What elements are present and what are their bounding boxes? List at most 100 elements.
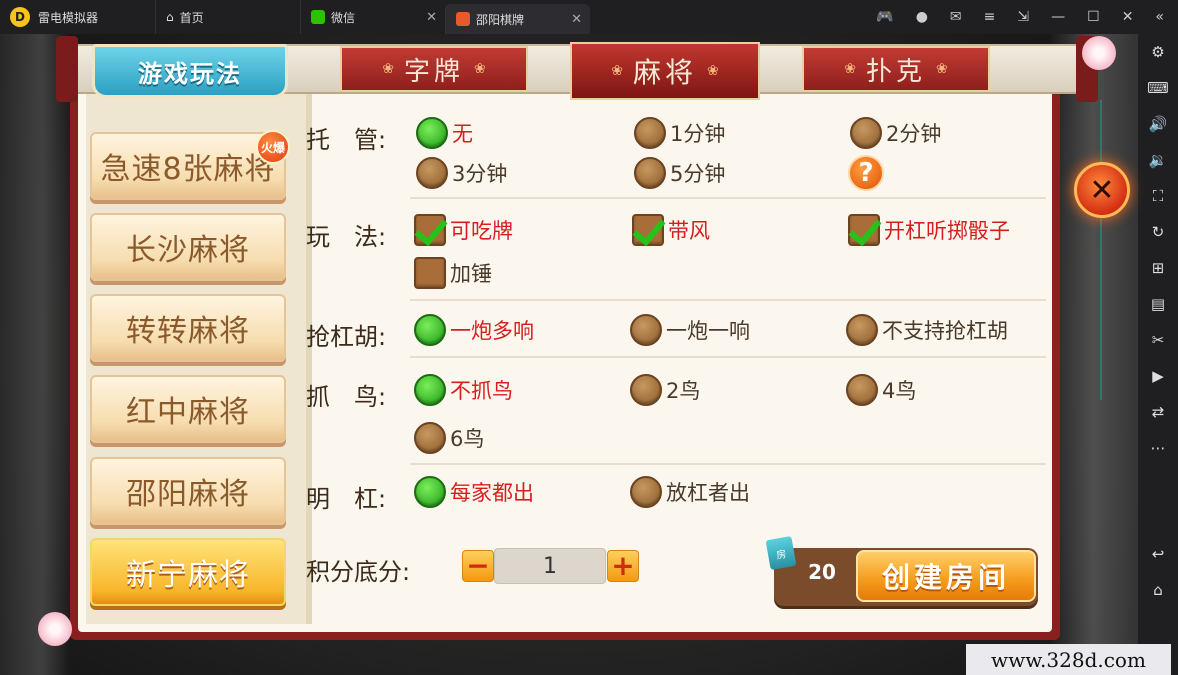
radio-icon bbox=[416, 157, 448, 189]
screenshot-scissors-icon[interactable]: ✂ bbox=[1146, 328, 1170, 352]
ornament-icon: ❀ bbox=[707, 63, 719, 79]
volume-up-icon[interactable]: 🔊 bbox=[1146, 112, 1170, 136]
collapse-sidebar-icon[interactable]: « bbox=[1155, 9, 1164, 25]
volume-down-icon[interactable]: 🔉 bbox=[1146, 148, 1170, 172]
game-item-zhuanzhuan[interactable]: 转转麻将 bbox=[90, 294, 286, 362]
option-label: 一炮多响 bbox=[450, 319, 534, 343]
option-label: 不抓鸟 bbox=[450, 379, 513, 403]
settings-icon[interactable]: ⚙ bbox=[1146, 40, 1170, 64]
minimize-icon[interactable]: — bbox=[1051, 9, 1065, 25]
bird-option-none[interactable]: 不抓鸟 bbox=[414, 374, 513, 406]
trustee-option-none[interactable]: 无 bbox=[416, 117, 473, 149]
trustee-label: 托 管: bbox=[306, 126, 387, 154]
create-room-button[interactable]: 创建房间 bbox=[856, 550, 1036, 602]
blossom-icon bbox=[1082, 36, 1116, 70]
record-video-icon[interactable]: ▶ bbox=[1146, 364, 1170, 388]
game-app-icon bbox=[456, 12, 470, 26]
kong-option-discarder-pays[interactable]: 放杠者出 bbox=[630, 476, 750, 508]
play-option-hammer[interactable]: 加锤 bbox=[414, 257, 492, 289]
back-icon[interactable]: ↩ bbox=[1146, 542, 1170, 566]
ornament-icon: ❀ bbox=[382, 61, 394, 77]
fullscreen-icon[interactable]: ⛶ bbox=[1146, 184, 1170, 208]
option-label: 放杠者出 bbox=[666, 481, 750, 505]
sync-icon[interactable]: ⇄ bbox=[1146, 400, 1170, 424]
tab-wechat-label: 微信 bbox=[331, 10, 356, 25]
tab-mahjong[interactable]: ❀ 麻将 ❀ bbox=[570, 42, 760, 100]
tab-shaoyang-qipai[interactable]: 邵阳棋牌 ✕ bbox=[445, 4, 590, 34]
apk-install-icon[interactable]: ▤ bbox=[1146, 292, 1170, 316]
close-tab-icon[interactable]: ✕ bbox=[426, 10, 437, 25]
bird-option-2[interactable]: 2鸟 bbox=[630, 374, 700, 406]
checkbox-icon bbox=[414, 257, 446, 289]
radio-selected-icon bbox=[414, 314, 446, 346]
app-name: 雷电模拟器 bbox=[38, 10, 99, 25]
radio-icon bbox=[634, 157, 666, 189]
score-plus-button[interactable]: + bbox=[607, 550, 639, 582]
trustee-option-1min[interactable]: 1分钟 bbox=[634, 117, 725, 149]
kong-option-all-pay[interactable]: 每家都出 bbox=[414, 476, 534, 508]
curtain-right bbox=[1048, 34, 1138, 675]
radio-icon bbox=[414, 422, 446, 454]
site-watermark: www.328d.com bbox=[966, 644, 1171, 675]
close-tab-icon[interactable]: ✕ bbox=[571, 12, 582, 27]
tab-wechat[interactable]: 微信 ✕ bbox=[300, 0, 445, 34]
tab-poker[interactable]: ❀ 扑克 ❀ bbox=[802, 46, 990, 92]
help-question-icon[interactable]: ? bbox=[848, 155, 884, 191]
home-icon: ⌂ bbox=[166, 10, 174, 24]
ornament-icon: ❀ bbox=[611, 63, 623, 79]
option-label: 开杠听掷骰子 bbox=[884, 219, 1010, 243]
gamepad-icon[interactable]: 🎮 bbox=[876, 9, 893, 25]
app-brand: D 雷电模拟器 bbox=[0, 0, 155, 34]
bird-option-4[interactable]: 4鸟 bbox=[846, 374, 916, 406]
more-icon[interactable]: ⋯ bbox=[1146, 436, 1170, 460]
add-multi-icon[interactable]: ⊞ bbox=[1146, 256, 1170, 280]
game-rules-tab[interactable]: 游戏玩法 bbox=[92, 44, 288, 98]
row-divider bbox=[410, 356, 1046, 358]
checkbox-checked-icon bbox=[414, 214, 446, 246]
game-item-hongzhong[interactable]: 红中麻将 bbox=[90, 375, 286, 443]
bird-option-6[interactable]: 6鸟 bbox=[414, 422, 484, 454]
ornament-icon: ❀ bbox=[474, 61, 486, 77]
score-value: 1 bbox=[494, 548, 606, 584]
play-option-with-wind[interactable]: 带风 bbox=[632, 214, 710, 246]
trustee-option-5min[interactable]: 5分钟 bbox=[634, 157, 725, 189]
close-panel-button[interactable]: ✕ bbox=[1074, 162, 1130, 218]
leidian-logo-icon: D bbox=[10, 7, 30, 27]
emulator-titlebar: D 雷电模拟器 ⌂ 首页 微信 ✕ 邵阳棋牌 ✕ 🎮 ● ✉ ≡ ⇲ — ☐ ✕… bbox=[0, 0, 1178, 34]
bird-label: 抓 鸟: bbox=[306, 383, 387, 411]
row-divider bbox=[410, 463, 1046, 465]
score-minus-button[interactable]: − bbox=[462, 550, 494, 582]
trustee-option-2min[interactable]: 2分钟 bbox=[850, 117, 941, 149]
pin-icon[interactable]: ⇲ bbox=[1017, 9, 1029, 25]
tab-home[interactable]: ⌂ 首页 bbox=[155, 0, 300, 34]
window-controls: 🎮 ● ✉ ≡ ⇲ — ☐ ✕ « bbox=[876, 0, 1178, 34]
game-item-changsha[interactable]: 长沙麻将 bbox=[90, 213, 286, 281]
radio-icon bbox=[630, 476, 662, 508]
radio-selected-icon bbox=[414, 476, 446, 508]
radio-icon bbox=[846, 374, 878, 406]
robkong-option-none[interactable]: 不支持抢杠胡 bbox=[846, 314, 1008, 346]
ornament-icon: ❀ bbox=[936, 61, 948, 77]
account-icon[interactable]: ● bbox=[916, 9, 928, 25]
room-cost-value: 20 bbox=[808, 560, 836, 584]
home-nav-icon[interactable]: ⌂ bbox=[1146, 578, 1170, 602]
mail-icon[interactable]: ✉ bbox=[950, 9, 962, 25]
radio-icon bbox=[846, 314, 878, 346]
rotate-icon[interactable]: ↻ bbox=[1146, 220, 1170, 244]
robkong-option-single[interactable]: 一炮一响 bbox=[630, 314, 750, 346]
robkong-option-multi[interactable]: 一炮多响 bbox=[414, 314, 534, 346]
trustee-option-3min[interactable]: 3分钟 bbox=[416, 157, 507, 189]
robkong-label: 抢杠胡: bbox=[306, 323, 387, 351]
score-label: 积分底分: bbox=[306, 558, 411, 586]
game-item-xinning[interactable]: 新宁麻将 bbox=[90, 538, 286, 606]
close-window-icon[interactable]: ✕ bbox=[1122, 9, 1134, 25]
menu-icon[interactable]: ≡ bbox=[984, 9, 996, 25]
tab-zipai[interactable]: ❀ 字牌 ❀ bbox=[340, 46, 528, 92]
keyboard-icon[interactable]: ⌨ bbox=[1146, 76, 1170, 100]
game-item-shaoyang[interactable]: 邵阳麻将 bbox=[90, 457, 286, 525]
radio-icon bbox=[630, 314, 662, 346]
play-option-kong-dice[interactable]: 开杠听掷骰子 bbox=[848, 214, 1010, 246]
play-option-can-chi[interactable]: 可吃牌 bbox=[414, 214, 513, 246]
maximize-icon[interactable]: ☐ bbox=[1087, 9, 1100, 25]
option-label: 5分钟 bbox=[670, 162, 726, 186]
